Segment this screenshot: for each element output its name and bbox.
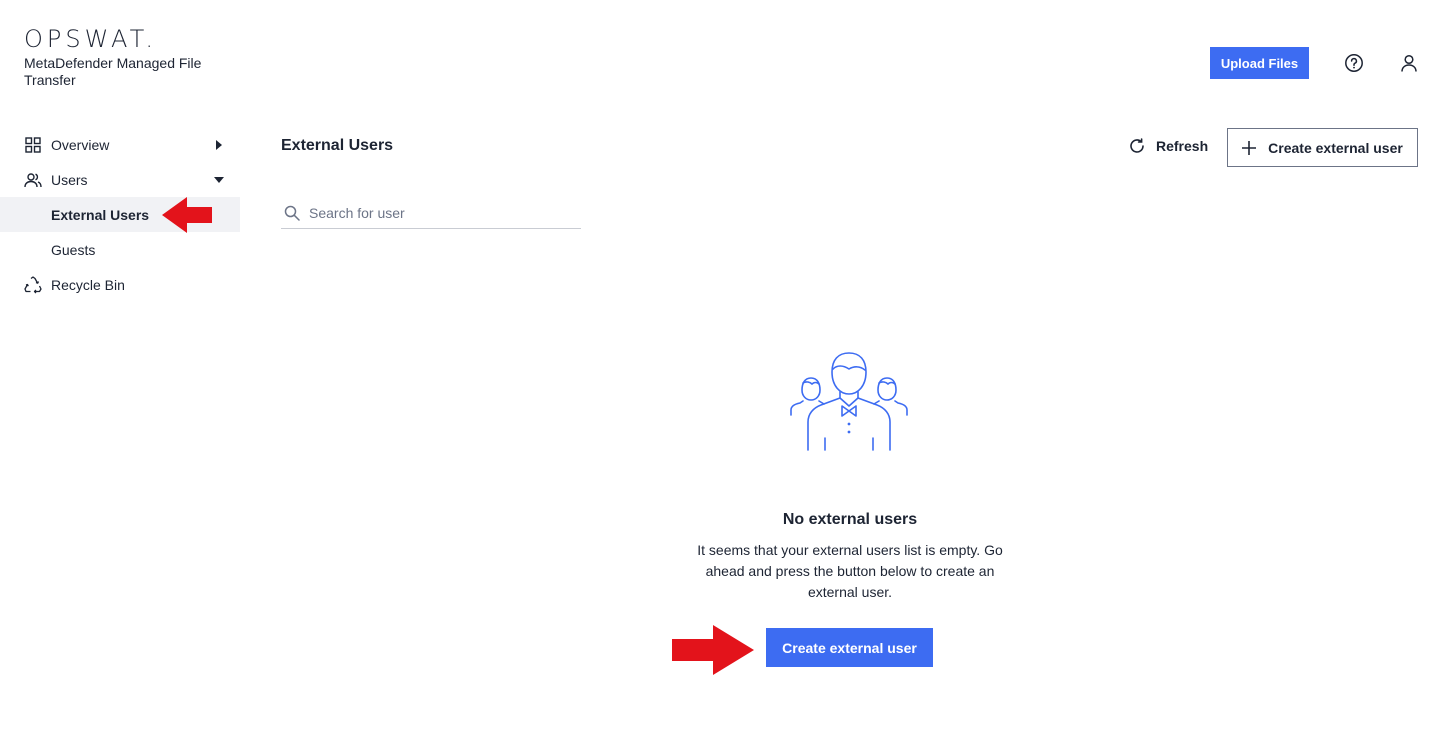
sidebar-item-label: Users (51, 171, 88, 188)
refresh-icon (1128, 137, 1146, 155)
sidebar-item-recycle-bin[interactable]: Recycle Bin (0, 267, 240, 302)
sidebar-item-label: Overview (51, 136, 110, 153)
caret-down-icon (214, 175, 224, 185)
refresh-button[interactable]: Refresh (1128, 132, 1208, 160)
empty-state-description: It seems that your external users list i… (697, 542, 1003, 600)
search-input[interactable] (309, 205, 569, 221)
create-external-user-label: Create external user (1268, 139, 1403, 156)
refresh-label: Refresh (1156, 138, 1209, 154)
app-name: MetaDefender Managed File Transfer (24, 55, 202, 88)
help-icon[interactable] (1342, 51, 1366, 75)
sidebar-item-label: Guests (51, 241, 96, 258)
annotation-arrow-left (162, 197, 212, 233)
user-icon[interactable] (1397, 51, 1421, 75)
sidebar-item-overview[interactable]: Overview (0, 127, 240, 162)
sidebar-item-label: Recycle Bin (51, 276, 125, 293)
users-icon (24, 171, 42, 189)
create-external-user-button[interactable]: Create external user (1227, 128, 1418, 167)
search-icon (284, 205, 300, 221)
sidebar-item-label: External Users (51, 206, 150, 223)
users-group-illustration (790, 352, 908, 451)
plus-icon (1242, 140, 1257, 155)
annotation-arrow-right (672, 625, 754, 675)
opswat-logo[interactable]: OPSWAT. (24, 26, 214, 52)
empty-state-title: No external users (782, 511, 918, 528)
caret-right-icon (214, 139, 224, 150)
sidebar-item-guests[interactable]: Guests (0, 232, 240, 267)
recycle-icon (24, 275, 42, 294)
brand: OPSWAT. MetaDefender Managed File Transf… (24, 26, 214, 89)
grid-icon (24, 136, 42, 154)
sidebar-item-users[interactable]: Users (0, 162, 240, 197)
create-external-user-primary-button[interactable]: Create external user (766, 628, 933, 667)
upload-files-button[interactable]: Upload Files (1210, 47, 1309, 79)
page-title: External Users (281, 137, 394, 154)
search-box (281, 198, 581, 229)
